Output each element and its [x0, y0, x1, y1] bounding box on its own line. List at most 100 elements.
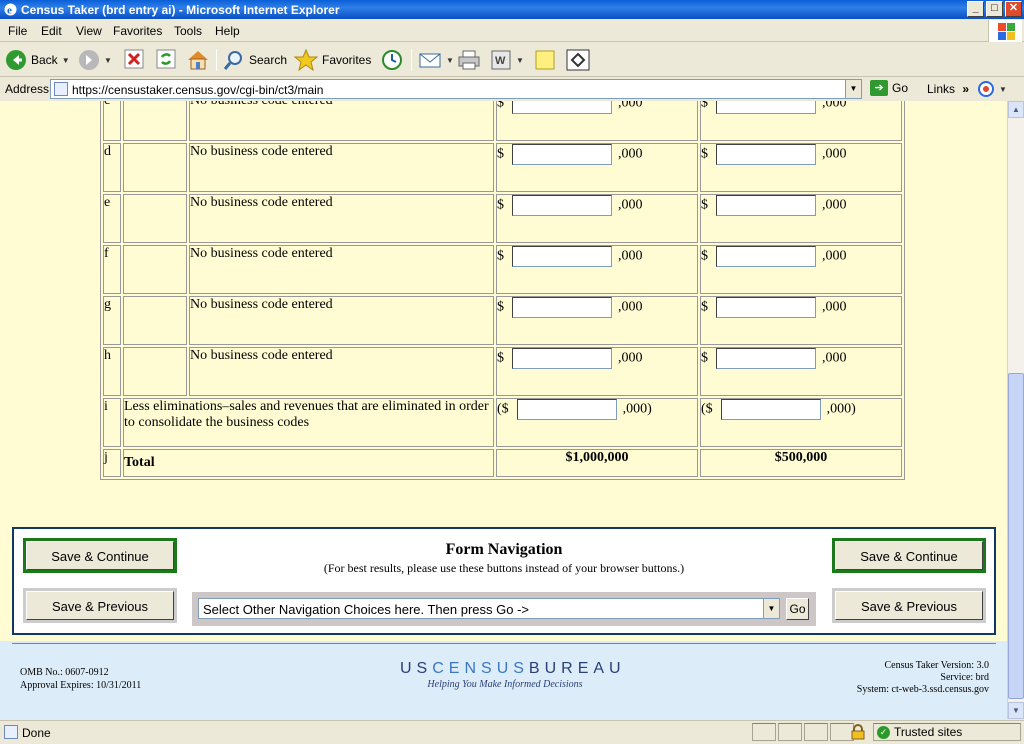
- amount-input-1[interactable]: [512, 246, 612, 267]
- row-blank-cell: [123, 245, 187, 294]
- select-dropdown-icon[interactable]: ▼: [763, 599, 779, 618]
- mail-dropdown-icon[interactable]: ▼: [446, 56, 454, 65]
- minimize-button[interactable]: _: [967, 1, 984, 17]
- vertical-scrollbar[interactable]: ▲ ▼: [1007, 101, 1024, 719]
- currency-prefix: $: [701, 101, 708, 111]
- print-icon[interactable]: [457, 49, 481, 71]
- amount-input-2[interactable]: [716, 348, 816, 369]
- back-dropdown-icon[interactable]: ▼: [62, 56, 70, 65]
- thousands-suffix: ,000: [822, 248, 847, 264]
- row-blank-cell: [123, 101, 187, 141]
- lock-icon[interactable]: [850, 724, 866, 740]
- logo-us: US: [400, 660, 433, 677]
- menu-view[interactable]: View: [76, 24, 102, 38]
- nav-choices-select[interactable]: Select Other Navigation Choices here. Th…: [198, 598, 780, 619]
- window-title: Census Taker (brd entry ai) - Microsoft …: [21, 3, 340, 17]
- extension-dropdown-icon[interactable]: ▼: [999, 85, 1007, 94]
- zone-label: Trusted sites: [894, 725, 963, 739]
- row-letter: d: [103, 143, 121, 192]
- edit-dropdown-icon[interactable]: ▼: [516, 56, 524, 65]
- home-icon[interactable]: [186, 49, 210, 71]
- refresh-icon[interactable]: [156, 49, 176, 69]
- forward-dropdown-icon[interactable]: ▼: [104, 56, 112, 65]
- amount-input-2[interactable]: [716, 297, 816, 318]
- amount-input-2[interactable]: [716, 101, 816, 114]
- row-letter: i: [103, 398, 121, 447]
- thousands-suffix: ,000: [822, 350, 847, 366]
- address-input[interactable]: https://censustaker.census.gov/cgi-bin/c…: [50, 79, 862, 99]
- address-go-button[interactable]: ➔ Go: [870, 80, 908, 96]
- links-label: Links: [927, 82, 956, 96]
- amount-input-2[interactable]: [716, 144, 816, 165]
- nav-go-button[interactable]: Go: [786, 598, 809, 620]
- total-row: j Total $1,000,000 $500,000: [103, 449, 902, 477]
- menu-help[interactable]: Help: [215, 24, 240, 38]
- address-dropdown-icon[interactable]: ▼: [845, 80, 861, 98]
- total-label: Total: [123, 449, 494, 477]
- stop-icon[interactable]: [124, 49, 144, 69]
- save-continue-button-right[interactable]: Save & Continue: [832, 538, 986, 573]
- currency-prefix: $: [497, 248, 504, 264]
- row-blank-cell: [123, 143, 187, 192]
- back-button[interactable]: Back ▼: [5, 49, 70, 71]
- search-icon: [223, 51, 242, 70]
- amount-cell-2: $ ,000: [700, 347, 902, 396]
- scroll-thumb[interactable]: [1008, 373, 1024, 699]
- amount-input-1[interactable]: [512, 195, 612, 216]
- amount-input-1[interactable]: [512, 144, 612, 165]
- eliminations-cell-1: ($ ,000): [496, 398, 698, 447]
- eliminations-input-2[interactable]: [720, 399, 821, 420]
- history-icon[interactable]: [380, 49, 404, 71]
- save-previous-label: Save & Previous: [26, 591, 174, 620]
- eliminations-input-1[interactable]: [516, 399, 617, 420]
- forward-arrow-icon: [79, 50, 99, 70]
- footer-divider: [12, 643, 996, 644]
- forward-button[interactable]: ▼: [78, 49, 112, 71]
- edit-icon[interactable]: W: [490, 49, 512, 71]
- mail-icon[interactable]: [418, 49, 442, 71]
- extension-icon: [978, 81, 994, 97]
- amount-cell-2: $ ,000: [700, 101, 902, 141]
- search-button[interactable]: Search: [223, 49, 287, 71]
- thousands-suffix: ,000: [822, 146, 847, 162]
- favorites-button[interactable]: Favorites: [294, 49, 371, 71]
- table-row: f No business code entered $ ,000 $ ,000: [103, 245, 902, 294]
- menu-tools[interactable]: Tools: [174, 24, 202, 38]
- nav-choices-value: Select Other Navigation Choices here. Th…: [203, 602, 530, 617]
- thousands-suffix: ,000): [622, 401, 652, 417]
- omb-number: OMB No.: 0607-0912: [20, 667, 109, 678]
- amount-input-1[interactable]: [512, 297, 612, 318]
- status-page-icon: [4, 725, 18, 739]
- scroll-down-icon[interactable]: ▼: [1008, 702, 1024, 719]
- row-description: No business code entered: [189, 143, 494, 192]
- thousands-suffix: ,000: [822, 101, 847, 111]
- amount-input-2[interactable]: [716, 246, 816, 267]
- links-button[interactable]: Links »: [927, 82, 969, 96]
- eliminations-row: i Less eliminations–sales and revenues t…: [103, 398, 902, 447]
- save-previous-button-right[interactable]: Save & Previous: [832, 588, 986, 623]
- menu-edit[interactable]: Edit: [41, 24, 62, 38]
- menu-favorites[interactable]: Favorites: [113, 24, 162, 38]
- scroll-up-icon[interactable]: ▲: [1008, 101, 1024, 118]
- save-continue-button-left[interactable]: Save & Continue: [23, 538, 177, 573]
- amount-input-2[interactable]: [716, 195, 816, 216]
- row-letter: f: [103, 245, 121, 294]
- eliminations-description: Less eliminations–sales and revenues tha…: [123, 398, 494, 447]
- amount-input-1[interactable]: [512, 348, 612, 369]
- maximize-button[interactable]: □: [986, 1, 1003, 17]
- messenger-icon[interactable]: [566, 49, 590, 71]
- close-button[interactable]: ✕: [1005, 1, 1022, 17]
- security-zone[interactable]: ✓ Trusted sites: [873, 723, 1021, 741]
- amount-cell-1: $ ,000: [496, 194, 698, 243]
- extension-button[interactable]: ▼: [977, 80, 1007, 98]
- save-previous-button-left[interactable]: Save & Previous: [23, 588, 177, 623]
- amount-input-1[interactable]: [512, 101, 612, 114]
- title-bar: e Census Taker (brd entry ai) - Microsof…: [0, 0, 1024, 19]
- approval-expires: Approval Expires: 10/31/2011: [20, 680, 142, 691]
- thousands-suffix: ,000: [618, 299, 643, 315]
- row-letter: c: [103, 101, 121, 141]
- toolbar: Back ▼ ▼ Search Favorites ▼ W ▼: [0, 43, 1024, 77]
- note-icon[interactable]: [534, 49, 556, 71]
- menu-file[interactable]: File: [8, 24, 27, 38]
- eliminations-cell-2: ($ ,000): [700, 398, 902, 447]
